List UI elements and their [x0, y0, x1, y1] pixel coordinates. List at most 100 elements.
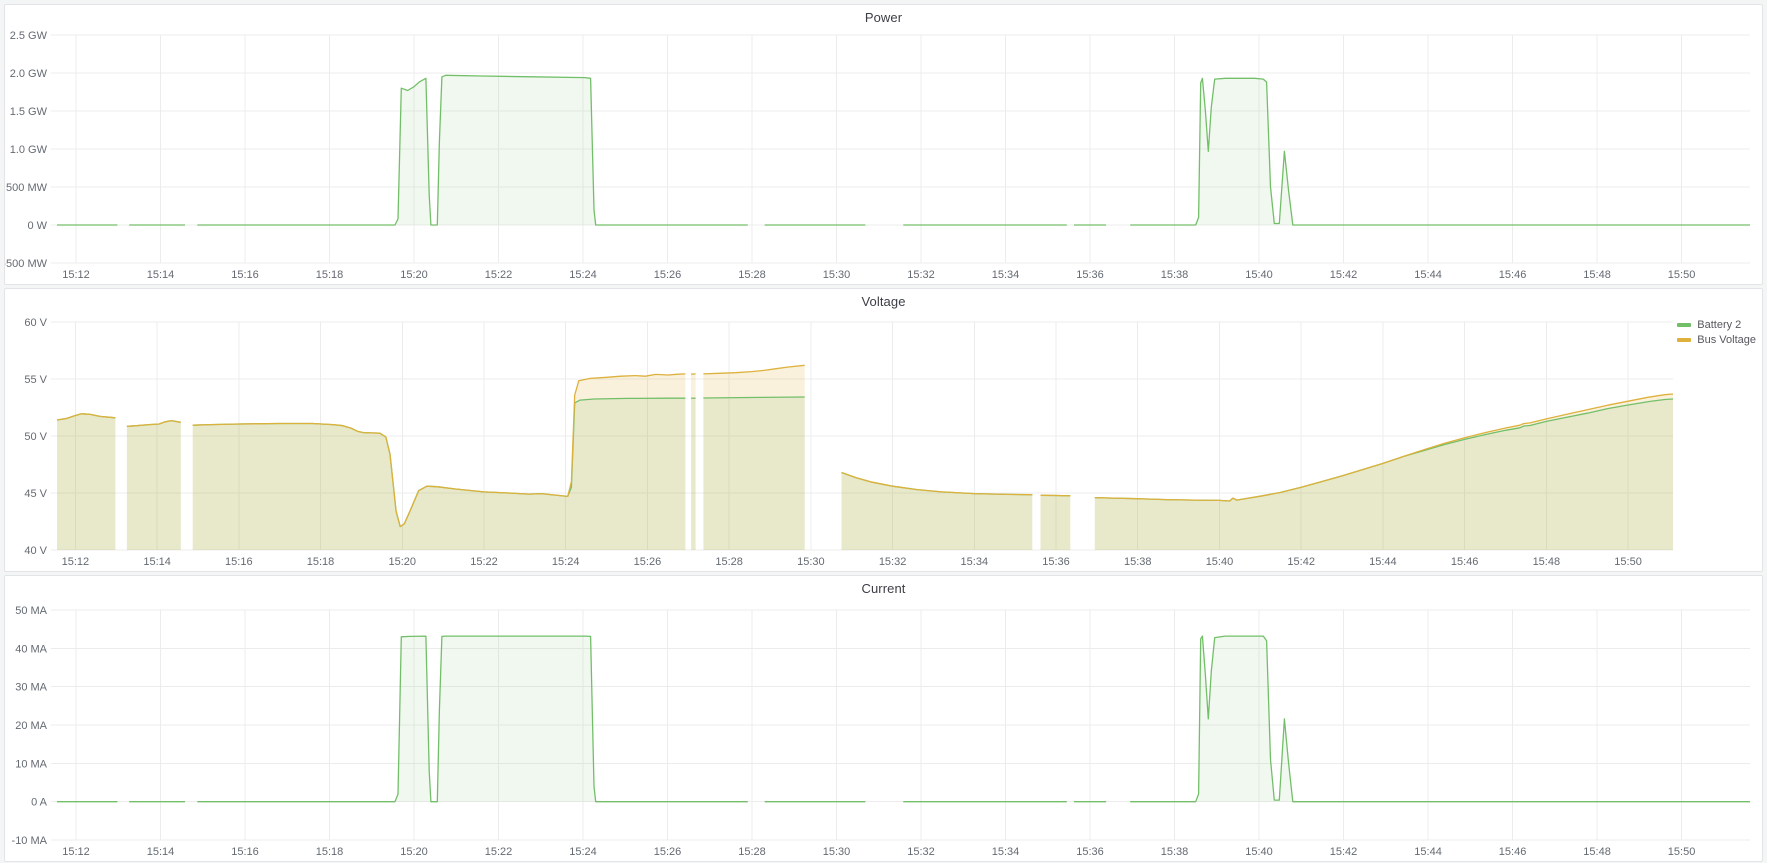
x-tick-label: 15:24: [569, 269, 597, 281]
voltage-legend: Battery 2 Bus Voltage: [1677, 319, 1756, 346]
x-tick-label: 15:50: [1668, 846, 1696, 858]
x-tick-label: 15:46: [1499, 846, 1527, 858]
x-tick-label: 15:44: [1414, 846, 1442, 858]
current-panel-title[interactable]: Current: [5, 581, 1762, 596]
x-tick-label: 15:16: [225, 556, 253, 568]
y-tick-label: 2.5 GW: [10, 30, 48, 42]
x-tick-label: 15:38: [1161, 846, 1189, 858]
x-tick-label: 15:50: [1668, 269, 1696, 281]
y-tick-label: 60 V: [24, 317, 47, 329]
x-tick-label: 15:12: [62, 269, 90, 281]
series-fill: [842, 473, 1033, 551]
power-panel: Power 2.5 GW 2.0 GW 1.5 GW 1.0 GW 500 MW 0 W -…: [4, 4, 1763, 285]
x-tick-label: 15:34: [992, 846, 1020, 858]
x-tick-label: 15:38: [1161, 269, 1189, 281]
x-tick-label: 15:20: [400, 846, 428, 858]
y-tick-label: 20 MA: [15, 720, 47, 732]
y-tick-label: 30 MA: [15, 682, 47, 694]
y-tick-label: 50 V: [24, 431, 47, 443]
x-tick-label: 15:32: [907, 269, 935, 281]
x-tick-label: 15:36: [1076, 846, 1104, 858]
x-tick-label: 15:24: [569, 846, 597, 858]
x-tick-label: 15:40: [1206, 556, 1234, 568]
voltage-panel-title[interactable]: Voltage: [5, 294, 1762, 309]
x-tick-label: 15:12: [62, 556, 90, 568]
y-tick-label: 1.0 GW: [10, 144, 48, 156]
y-tick-label: 10 MA: [15, 758, 47, 770]
x-tick-label: 15:48: [1583, 846, 1611, 858]
x-tick-label: 15:36: [1076, 269, 1104, 281]
legend-item-label: Bus Voltage: [1697, 334, 1756, 346]
x-tick-label: 15:14: [147, 269, 175, 281]
x-tick-label: 15:50: [1614, 556, 1642, 568]
voltage-chart[interactable]: 60 V 55 V 50 V 45 V 40 V 15:12 15:14 15:16 15:18…: [5, 289, 1760, 569]
legend-item-battery-2[interactable]: Battery 2: [1677, 319, 1756, 331]
power-panel-title[interactable]: Power: [5, 10, 1762, 25]
x-tick-label: 15:40: [1245, 846, 1273, 858]
x-tick-label: 15:12: [62, 846, 90, 858]
x-tick-label: 15:46: [1499, 269, 1527, 281]
y-tick-label: 55 V: [24, 374, 47, 386]
series-fill: [1130, 636, 1750, 802]
x-tick-label: 15:26: [634, 556, 662, 568]
y-tick-label: 2.0 GW: [10, 68, 48, 80]
x-tick-label: 15:22: [485, 269, 513, 281]
legend-item-bus-voltage[interactable]: Bus Voltage: [1677, 334, 1756, 346]
x-tick-label: 15:18: [316, 846, 344, 858]
y-tick-label: 0 W: [27, 220, 47, 232]
x-tick-label: 15:44: [1369, 556, 1397, 568]
x-tick-label: 15:28: [738, 846, 766, 858]
series-fill: [127, 421, 181, 550]
current-panel: Current 50 MA40 MA30 MA20 MA10 MA0 A-10 …: [4, 575, 1763, 862]
bus-voltage-series-swatch: [1677, 338, 1691, 342]
x-tick-label: 15:30: [823, 846, 851, 858]
power-chart[interactable]: 2.5 GW 2.0 GW 1.5 GW 1.0 GW 500 MW 0 W -500 MW…: [5, 5, 1760, 282]
series-fill: [1130, 78, 1750, 225]
x-tick-label: 15:44: [1414, 269, 1442, 281]
y-tick-label: 40 MA: [15, 643, 47, 655]
x-tick-label: 15:48: [1533, 556, 1561, 568]
x-tick-label: 15:34: [992, 269, 1020, 281]
x-tick-label: 15:46: [1451, 556, 1479, 568]
series-line: [1041, 495, 1071, 496]
x-tick-label: 15:42: [1330, 846, 1358, 858]
y-tick-label: -10 MA: [12, 835, 48, 847]
y-tick-label: -500 MW: [5, 258, 48, 270]
y-tick-label: 500 MW: [6, 182, 48, 194]
x-tick-label: 15:24: [552, 556, 580, 568]
x-tick-label: 15:26: [654, 269, 682, 281]
x-tick-label: 15:38: [1124, 556, 1152, 568]
x-tick-label: 15:32: [907, 846, 935, 858]
x-tick-label: 15:30: [823, 269, 851, 281]
x-tick-label: 15:28: [715, 556, 743, 568]
series-fill: [1095, 394, 1673, 550]
series-fill: [193, 374, 686, 550]
y-tick-label: 1.5 GW: [10, 106, 48, 118]
x-tick-label: 15:16: [231, 269, 259, 281]
x-tick-label: 15:14: [143, 556, 171, 568]
y-tick-label: 45 V: [24, 488, 47, 500]
y-tick-label: 0 A: [31, 797, 48, 809]
legend-item-label: Battery 2: [1697, 319, 1741, 331]
series-fill: [197, 636, 748, 802]
x-tick-label: 15:22: [470, 556, 498, 568]
x-tick-label: 15:32: [879, 556, 907, 568]
voltage-panel: Voltage 60 V 55 V 50 V 45 V 40 V 15:12 15:14 15…: [4, 288, 1763, 572]
series-fill: [1041, 495, 1071, 550]
x-tick-label: 15:16: [231, 846, 259, 858]
x-tick-label: 15:36: [1042, 556, 1070, 568]
x-tick-label: 15:30: [797, 556, 825, 568]
x-tick-label: 15:22: [485, 846, 513, 858]
x-tick-label: 15:18: [307, 556, 335, 568]
current-chart[interactable]: 50 MA40 MA30 MA20 MA10 MA0 A-10 MA15:121…: [5, 576, 1760, 859]
x-tick-label: 15:40: [1245, 269, 1273, 281]
series-fill: [691, 374, 696, 550]
x-tick-label: 15:18: [316, 269, 344, 281]
series-fill: [703, 365, 804, 550]
x-tick-label: 15:20: [388, 556, 416, 568]
x-tick-label: 15:34: [961, 556, 989, 568]
y-tick-label: 40 V: [24, 545, 47, 557]
x-tick-label: 15:20: [400, 269, 428, 281]
x-tick-label: 15:42: [1330, 269, 1358, 281]
x-tick-label: 15:42: [1287, 556, 1315, 568]
